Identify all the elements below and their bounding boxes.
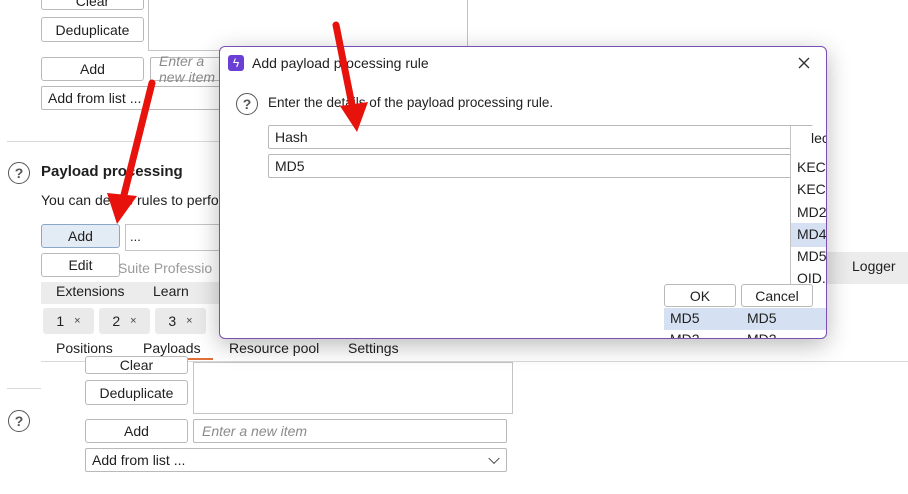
new-item-input-bottom[interactable]: Enter a new item (193, 419, 507, 443)
dropdown-item[interactable]: lec (811, 130, 826, 146)
hash-algorithm-value: MD5 (275, 158, 305, 174)
tab-resource-pool[interactable]: Resource pool (229, 340, 319, 356)
instance-tab-3[interactable]: 3 × (155, 308, 206, 334)
rule-type-value: Hash (275, 129, 308, 145)
annotation-arrow-add (107, 79, 156, 224)
table-row[interactable]: MD2 MD2 (664, 330, 826, 339)
dropdown-item-selected[interactable]: MD4 (797, 226, 826, 242)
close-icon[interactable] (792, 53, 816, 73)
menu-item-extensions[interactable]: Extensions (56, 283, 124, 299)
hash-algorithm-select[interactable]: MD5 (268, 154, 813, 178)
dialog-title-bar: ϟ Add payload processing rule (220, 47, 826, 79)
close-tab-1-icon[interactable]: × (74, 315, 80, 327)
add-from-list-select-bottom[interactable]: Add from list ... (85, 448, 507, 472)
burp-logo-icon: ϟ (228, 55, 244, 71)
table-cell: MD5 (670, 310, 700, 326)
dropdown-item[interactable]: MD2 (797, 204, 826, 220)
instance-tab-1[interactable]: 1 × (43, 308, 94, 334)
add-item-button-bottom[interactable]: Add (85, 419, 188, 443)
close-tab-3-icon[interactable]: × (186, 315, 192, 327)
tab-payloads[interactable]: Payloads (143, 340, 201, 356)
help-icon-dialog[interactable]: ? (236, 93, 258, 115)
add-from-list-label-bottom: Add from list ... (92, 452, 186, 468)
annotation-arrow-dialog (332, 21, 368, 132)
bottom-left-divider (7, 388, 41, 389)
instance-tab-2[interactable]: 2 × (99, 308, 150, 334)
clear-button-top[interactable]: Clear (41, 0, 144, 10)
algorithm-dropdown-list[interactable]: lec KECC KECC MD2 MD4 MD5 OID.1 (790, 126, 826, 286)
table-cell: MD5 (747, 310, 777, 326)
dialog-prompt: Enter the details of the payload process… (268, 95, 554, 110)
processing-rules-list[interactable]: ... (125, 224, 220, 251)
help-icon-bottom[interactable]: ? (8, 410, 30, 432)
dropdown-item[interactable]: KECC (797, 159, 826, 175)
dropdown-item[interactable]: KECC (797, 181, 826, 197)
edit-rule-button[interactable]: Edit (41, 253, 120, 277)
instance-tab-2-label: 2 (112, 313, 121, 329)
help-icon-processing[interactable]: ? (8, 162, 30, 184)
menu-item-logger[interactable]: Logger (852, 258, 896, 274)
ok-button[interactable]: OK (664, 284, 736, 307)
app-title-fragment: Suite Professio (118, 260, 213, 276)
deduplicate-button-top[interactable]: Deduplicate (41, 17, 144, 42)
add-processing-rule-dialog: ϟ Add payload processing rule ? Enter th… (219, 46, 827, 339)
close-tab-2-icon[interactable]: × (130, 315, 136, 327)
tab-settings[interactable]: Settings (348, 340, 399, 356)
menu-item-learn[interactable]: Learn (153, 283, 189, 299)
tab-positions[interactable]: Positions (56, 340, 113, 356)
deduplicate-button-bottom[interactable]: Deduplicate (85, 380, 188, 405)
chevron-down-icon (488, 452, 500, 465)
rule-row[interactable]: ... (130, 229, 141, 244)
payload-list-bottom[interactable] (193, 362, 513, 414)
table-cell: MD2 (747, 331, 777, 339)
table-row-selected[interactable]: MD5 MD5 (664, 308, 826, 330)
instance-tab-3-label: 3 (168, 313, 177, 329)
dropdown-item[interactable]: MD5 (797, 248, 826, 264)
instance-tab-1-label: 1 (56, 313, 65, 329)
payload-list-top[interactable] (148, 0, 468, 51)
table-cell: MD2 (670, 331, 700, 339)
clear-button-bottom[interactable]: Clear (85, 356, 188, 374)
cancel-button[interactable]: Cancel (741, 284, 813, 307)
